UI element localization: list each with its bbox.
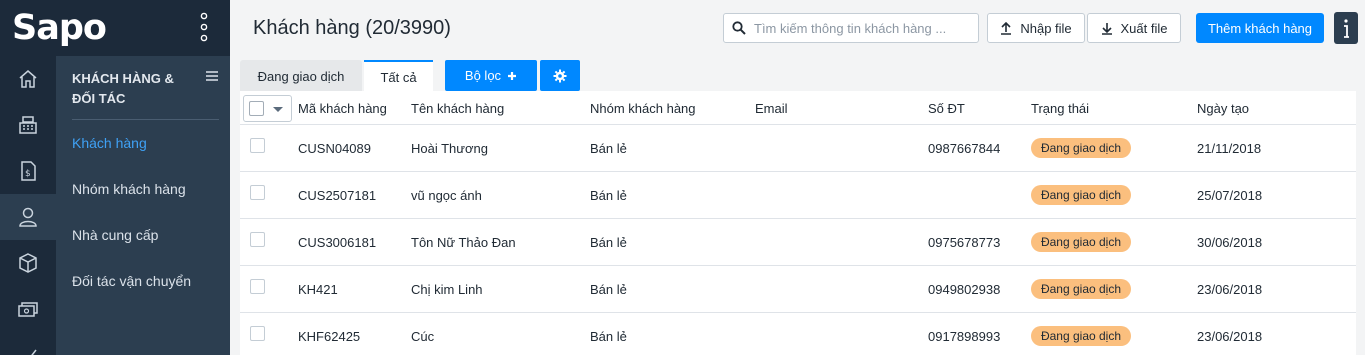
- sidebar-section-title: KHÁCH HÀNG & ĐỐI TÁC: [72, 71, 174, 106]
- status-badge: Đang giao dịch: [1031, 279, 1131, 299]
- search-icon: [732, 21, 746, 35]
- created-date: 30/06/2018: [1197, 235, 1263, 250]
- filter-label: Bộ lọc: [464, 68, 502, 83]
- customer-group: Bán lẻ: [590, 329, 627, 344]
- customer-icon: [19, 207, 37, 227]
- column-header-name[interactable]: Tên khách hàng: [411, 101, 504, 116]
- sidebar-item-customers[interactable]: Khách hàng: [72, 135, 147, 151]
- cashbook-icon: [18, 302, 38, 317]
- customer-group: Bán lẻ: [590, 188, 627, 203]
- table-row[interactable]: KH421 Chị kim Linh Bán lẻ 0949802938 Đan…: [240, 266, 1356, 313]
- settings-button[interactable]: [540, 60, 580, 91]
- row-checkbox[interactable]: [250, 279, 265, 294]
- export-file-button[interactable]: Xuất file: [1087, 13, 1181, 43]
- search-input[interactable]: [754, 20, 974, 36]
- column-header-email[interactable]: Email: [755, 101, 788, 116]
- table-row[interactable]: CUSN04089 Hoài Thương Bán lẻ 0987667844 …: [240, 125, 1356, 172]
- customer-group: Bán lẻ: [590, 141, 627, 156]
- row-checkbox[interactable]: [250, 185, 265, 200]
- home-icon: [19, 70, 37, 88]
- rail-cashbook[interactable]: [0, 286, 56, 332]
- tab-trading[interactable]: Đang giao dịch: [240, 60, 362, 93]
- upload-icon: [1001, 21, 1012, 35]
- download-icon: [1101, 22, 1112, 35]
- customer-code[interactable]: KH421: [298, 282, 338, 297]
- customer-name[interactable]: Hoài Thương: [411, 141, 488, 156]
- row-checkbox[interactable]: [250, 138, 265, 153]
- created-date: 23/06/2018: [1197, 329, 1263, 344]
- table-header: Mã khách hàng Tên khách hàng Nhóm khách …: [240, 91, 1356, 125]
- status-badge: Đang giao dịch: [1031, 232, 1131, 252]
- table-row[interactable]: KHF62425 Cúc Bán lẻ 0917898993 Đang giao…: [240, 313, 1356, 355]
- rail-cashier[interactable]: [0, 102, 56, 148]
- customer-name[interactable]: vũ ngọc ánh: [411, 188, 482, 203]
- export-file-label: Xuất file: [1120, 20, 1168, 36]
- customer-code[interactable]: KHF62425: [298, 329, 360, 344]
- tab-all[interactable]: Tất cả: [364, 60, 433, 93]
- column-header-code[interactable]: Mã khách hàng: [298, 101, 387, 116]
- secondary-sidebar: KHÁCH HÀNG & ĐỐI TÁC Khách hàng Nhóm khá…: [56, 56, 230, 355]
- status-badge: Đang giao dịch: [1031, 185, 1131, 205]
- sidebar-item-shipping-partners[interactable]: Đối tác vận chuyển: [72, 273, 191, 289]
- customer-phone: 0949802938: [928, 282, 1001, 297]
- cashier-icon: [19, 116, 37, 134]
- sidebar-divider: [72, 119, 219, 120]
- logo-bar: Sapo: [0, 0, 230, 56]
- filter-button[interactable]: Bộ lọc: [445, 60, 537, 91]
- created-date: 23/06/2018: [1197, 282, 1263, 297]
- customer-table: Mã khách hàng Tên khách hàng Nhóm khách …: [240, 91, 1356, 355]
- import-file-label: Nhập file: [1020, 20, 1072, 36]
- help-button[interactable]: [1334, 12, 1358, 44]
- order-icon: $: [21, 161, 36, 181]
- column-header-group[interactable]: Nhóm khách hàng: [590, 101, 696, 116]
- product-icon: [19, 253, 37, 273]
- sidebar-item-suppliers[interactable]: Nhà cung cấp: [72, 227, 158, 243]
- more-vertical-icon[interactable]: [198, 12, 210, 42]
- rail-home[interactable]: [0, 56, 56, 102]
- svg-text:$: $: [25, 169, 31, 179]
- customer-phone: 0987667844: [928, 141, 1001, 156]
- column-header-phone[interactable]: Số ĐT: [928, 101, 965, 116]
- created-date: 25/07/2018: [1197, 188, 1263, 203]
- created-date: 21/11/2018: [1197, 141, 1262, 156]
- customer-group: Bán lẻ: [590, 235, 627, 250]
- customer-name[interactable]: Tôn Nữ Thảo Đan: [411, 235, 516, 250]
- customer-code[interactable]: CUS2507181: [298, 188, 376, 203]
- column-header-status[interactable]: Trạng thái: [1031, 101, 1089, 116]
- search-box[interactable]: [723, 13, 979, 43]
- customer-group: Bán lẻ: [590, 282, 627, 297]
- column-header-created-date[interactable]: Ngày tạo: [1197, 101, 1249, 116]
- plus-icon: [508, 71, 517, 80]
- status-badge: Đang giao dịch: [1031, 326, 1131, 346]
- row-checkbox[interactable]: [250, 326, 265, 341]
- customer-code[interactable]: CUS3006181: [298, 235, 376, 250]
- table-row[interactable]: CUS3006181 Tôn Nữ Thảo Đan Bán lẻ 097567…: [240, 219, 1356, 266]
- select-all-checkbox[interactable]: [249, 101, 264, 116]
- customer-name[interactable]: Chị kim Linh: [411, 282, 483, 297]
- rail-reports[interactable]: [0, 332, 56, 355]
- customer-phone: 0975678773: [928, 235, 1001, 250]
- page-title: Khách hàng (20/3990): [253, 17, 451, 39]
- customer-phone: 0917898993: [928, 329, 1001, 344]
- add-customer-button[interactable]: Thêm khách hàng: [1196, 13, 1324, 43]
- rail-products[interactable]: [0, 240, 56, 286]
- customer-name[interactable]: Cúc: [411, 329, 434, 344]
- gear-icon: [553, 69, 567, 82]
- import-file-button[interactable]: Nhập file: [987, 13, 1085, 43]
- icon-rail: $: [0, 56, 56, 355]
- customer-code[interactable]: CUSN04089: [298, 141, 371, 156]
- status-badge: Đang giao dịch: [1031, 138, 1131, 158]
- table-row[interactable]: CUS2507181 vũ ngọc ánh Bán lẻ Đang giao …: [240, 172, 1356, 219]
- chevron-down-icon[interactable]: [273, 107, 283, 112]
- info-icon: [1344, 19, 1349, 38]
- rail-orders[interactable]: $: [0, 148, 56, 194]
- bulk-select-checkbox[interactable]: [243, 95, 292, 122]
- rail-customers[interactable]: [0, 194, 56, 240]
- row-checkbox[interactable]: [250, 232, 265, 247]
- report-icon: [24, 349, 37, 355]
- sapo-logo[interactable]: Sapo: [12, 8, 107, 48]
- sidebar-item-customer-groups[interactable]: Nhóm khách hàng: [72, 181, 186, 197]
- hamburger-menu-icon[interactable]: [206, 71, 218, 81]
